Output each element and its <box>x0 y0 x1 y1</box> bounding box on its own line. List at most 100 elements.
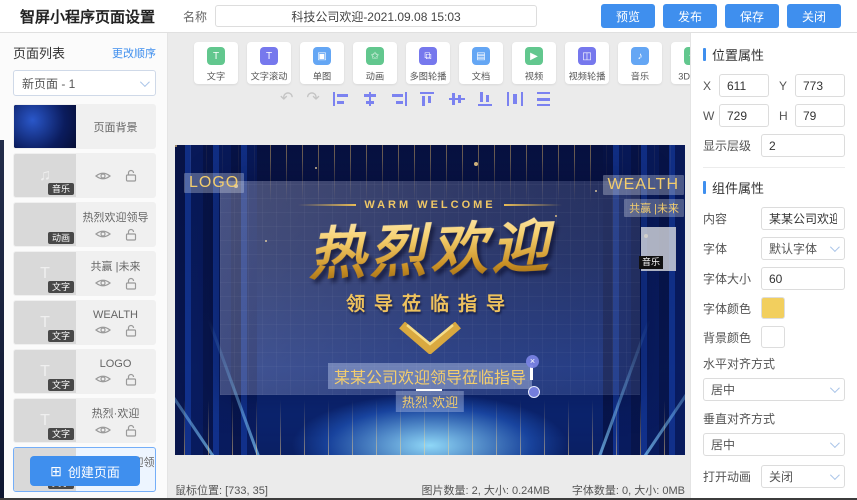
layer-item-background[interactable]: 页面背景 <box>13 104 156 149</box>
component-music[interactable]: ♪ 音乐 <box>618 42 662 84</box>
layer-level-input[interactable] <box>761 134 845 157</box>
component-toolbar: T 文字 T 文字滚动 ▣ 单图 ✩ 动画 ⧉ 多图轮播 ▤ 文档 ▶ 视频 ◫… <box>194 42 768 84</box>
x-input[interactable] <box>719 74 769 97</box>
align-bottom-icon[interactable] <box>477 92 494 106</box>
properties-panel: 位置属性 X Y W H 显示层级 组件属性 内容 <box>690 33 857 498</box>
page-list-title: 页面列表 <box>13 46 66 61</box>
font-label: 字体 <box>703 242 728 256</box>
decorative-line <box>298 204 357 206</box>
component-document[interactable]: ▤ 文档 <box>459 42 503 84</box>
visibility-eye-icon[interactable] <box>94 170 111 182</box>
h-label: H <box>779 108 788 123</box>
chevron-down-icon <box>829 383 840 394</box>
visibility-eye-icon[interactable] <box>94 424 111 436</box>
component-video-carousel[interactable]: ◫ 视频轮播 <box>565 42 609 84</box>
align-center-horizontal-icon[interactable] <box>362 92 378 106</box>
layer-list: 页面背景 ♫ 音乐 动画 热烈欢迎领导 T 文字 共赢 |未来 T 文字 WEA… <box>13 104 156 492</box>
close-button[interactable]: 关闭 <box>787 4 841 28</box>
w-label: W <box>703 108 715 123</box>
layer-item-text-logo[interactable]: T 文字 LOGO <box>13 349 156 394</box>
layer-item-text-welcome[interactable]: T 文字 热烈·欢迎 <box>13 398 156 443</box>
font-size-input[interactable] <box>761 267 845 290</box>
component-text-scroll[interactable]: T 文字滚动 <box>247 42 291 84</box>
editor-main: T 文字 T 文字滚动 ▣ 单图 ✩ 动画 ⧉ 多图轮播 ▤ 文档 ▶ 视频 ◫… <box>168 33 768 498</box>
design-canvas[interactable]: LOGO WEALTH 共赢 |未来 音乐 WARM WELCOME 热烈欢迎 … <box>175 145 685 455</box>
lock-icon[interactable] <box>125 424 137 437</box>
w-input[interactable] <box>719 104 769 127</box>
save-button[interactable]: 保存 <box>725 4 779 28</box>
visibility-eye-icon[interactable] <box>94 228 111 240</box>
layer-label: LOGO <box>99 357 132 370</box>
text-icon: T <box>40 362 50 380</box>
app-window: 智屏小程序页面设置 名称 预览 发布 保存 关闭 页面列表 更改顺序 新页面 -… <box>0 0 857 500</box>
document-icon: ▤ <box>472 47 490 65</box>
canvas-wealth-text[interactable]: WEALTH <box>602 175 684 195</box>
content-label: 内容 <box>703 212 728 226</box>
visibility-eye-icon[interactable] <box>94 373 111 385</box>
canvas-logo-text[interactable]: LOGO <box>184 173 245 193</box>
bg-color-swatch[interactable] <box>761 326 785 348</box>
visibility-eye-icon[interactable] <box>94 324 111 336</box>
redo-icon[interactable]: ↷ <box>306 91 319 107</box>
distribute-horizontal-icon[interactable] <box>506 92 523 106</box>
resize-handle[interactable] <box>528 386 541 398</box>
open-animation-value: 关闭 <box>769 470 794 484</box>
text-icon: T <box>40 313 50 331</box>
align-top-icon[interactable] <box>419 92 436 106</box>
font-value: 默认字体 <box>769 242 818 256</box>
component-text[interactable]: T 文字 <box>194 42 238 84</box>
layer-item-text-wealth[interactable]: T 文字 WEALTH <box>13 300 156 345</box>
component-image-carousel[interactable]: ⧉ 多图轮播 <box>406 42 450 84</box>
canvas-welcome-animation[interactable]: WARM WELCOME 热烈欢迎 领导莅临指导 <box>175 199 685 359</box>
text-icon: T <box>40 264 50 282</box>
layer-item-animation[interactable]: 动画 热烈欢迎领导 <box>13 202 156 247</box>
align-middle-vertical-icon[interactable] <box>448 92 465 106</box>
h-input[interactable] <box>795 104 845 127</box>
content-input[interactable] <box>761 207 845 230</box>
layer-label: WEALTH <box>92 308 139 321</box>
component-single-image[interactable]: ▣ 单图 <box>300 42 344 84</box>
layer-type-badge: 动画 <box>47 232 74 244</box>
music-thumbnail: ♫ 音乐 <box>14 154 76 197</box>
layer-item-text-winwin[interactable]: T 文字 共赢 |未来 <box>13 251 156 296</box>
h-align-dropdown[interactable]: 居中 <box>703 378 845 401</box>
reorder-link[interactable]: 更改顺序 <box>112 45 156 61</box>
video-icon: ▶ <box>525 47 543 65</box>
section-accent-bar <box>703 48 706 61</box>
delete-element-icon[interactable]: × <box>526 355 540 368</box>
align-left-icon[interactable] <box>332 92 349 106</box>
align-right-icon[interactable] <box>391 92 407 106</box>
page-select-dropdown[interactable]: 新页面 - 1 <box>13 70 156 96</box>
publish-button[interactable]: 发布 <box>663 4 717 28</box>
layer-label: 页面背景 <box>93 121 138 134</box>
canvas-small-welcome-text[interactable]: 热烈·欢迎 <box>395 391 465 412</box>
component-video[interactable]: ▶ 视频 <box>512 42 556 84</box>
v-align-dropdown[interactable]: 居中 <box>703 433 845 456</box>
lock-icon[interactable] <box>125 373 137 386</box>
canvas-selected-text-element[interactable]: 某某公司欢迎领导莅临指导 × <box>327 355 541 398</box>
undo-icon[interactable]: ↶ <box>280 91 293 107</box>
font-dropdown[interactable]: 默认字体 <box>761 237 845 260</box>
page-list-sidebar: 页面列表 更改顺序 新页面 - 1 页面背景 ♫ 音乐 动画 热烈欢迎领导 T … <box>0 33 168 498</box>
open-animation-dropdown[interactable]: 关闭 <box>761 465 845 488</box>
mouse-position-status: 鼠标位置: [733, 35] <box>175 485 268 497</box>
background-thumbnail <box>14 105 76 148</box>
lock-icon[interactable] <box>125 169 137 182</box>
distribute-vertical-icon[interactable] <box>536 92 552 106</box>
create-page-button[interactable]: ⊞ 创建页面 <box>30 456 140 486</box>
layer-item-music[interactable]: ♫ 音乐 <box>13 153 156 198</box>
font-color-swatch[interactable] <box>761 297 785 319</box>
page-name-input[interactable] <box>215 5 538 27</box>
lock-icon[interactable] <box>125 324 137 337</box>
x-label: X <box>703 78 712 93</box>
lock-icon[interactable] <box>125 277 137 290</box>
visibility-eye-icon[interactable] <box>94 277 111 289</box>
component-animation[interactable]: ✩ 动画 <box>353 42 397 84</box>
open-animation-label: 打开动画 <box>703 470 752 484</box>
video-carousel-icon: ◫ <box>578 47 596 65</box>
lock-icon[interactable] <box>125 228 137 241</box>
chevron-down-arrow <box>399 321 461 355</box>
y-input[interactable] <box>795 74 845 97</box>
text-thumbnail: T 文字 <box>14 399 76 442</box>
preview-button[interactable]: 预览 <box>601 4 655 28</box>
